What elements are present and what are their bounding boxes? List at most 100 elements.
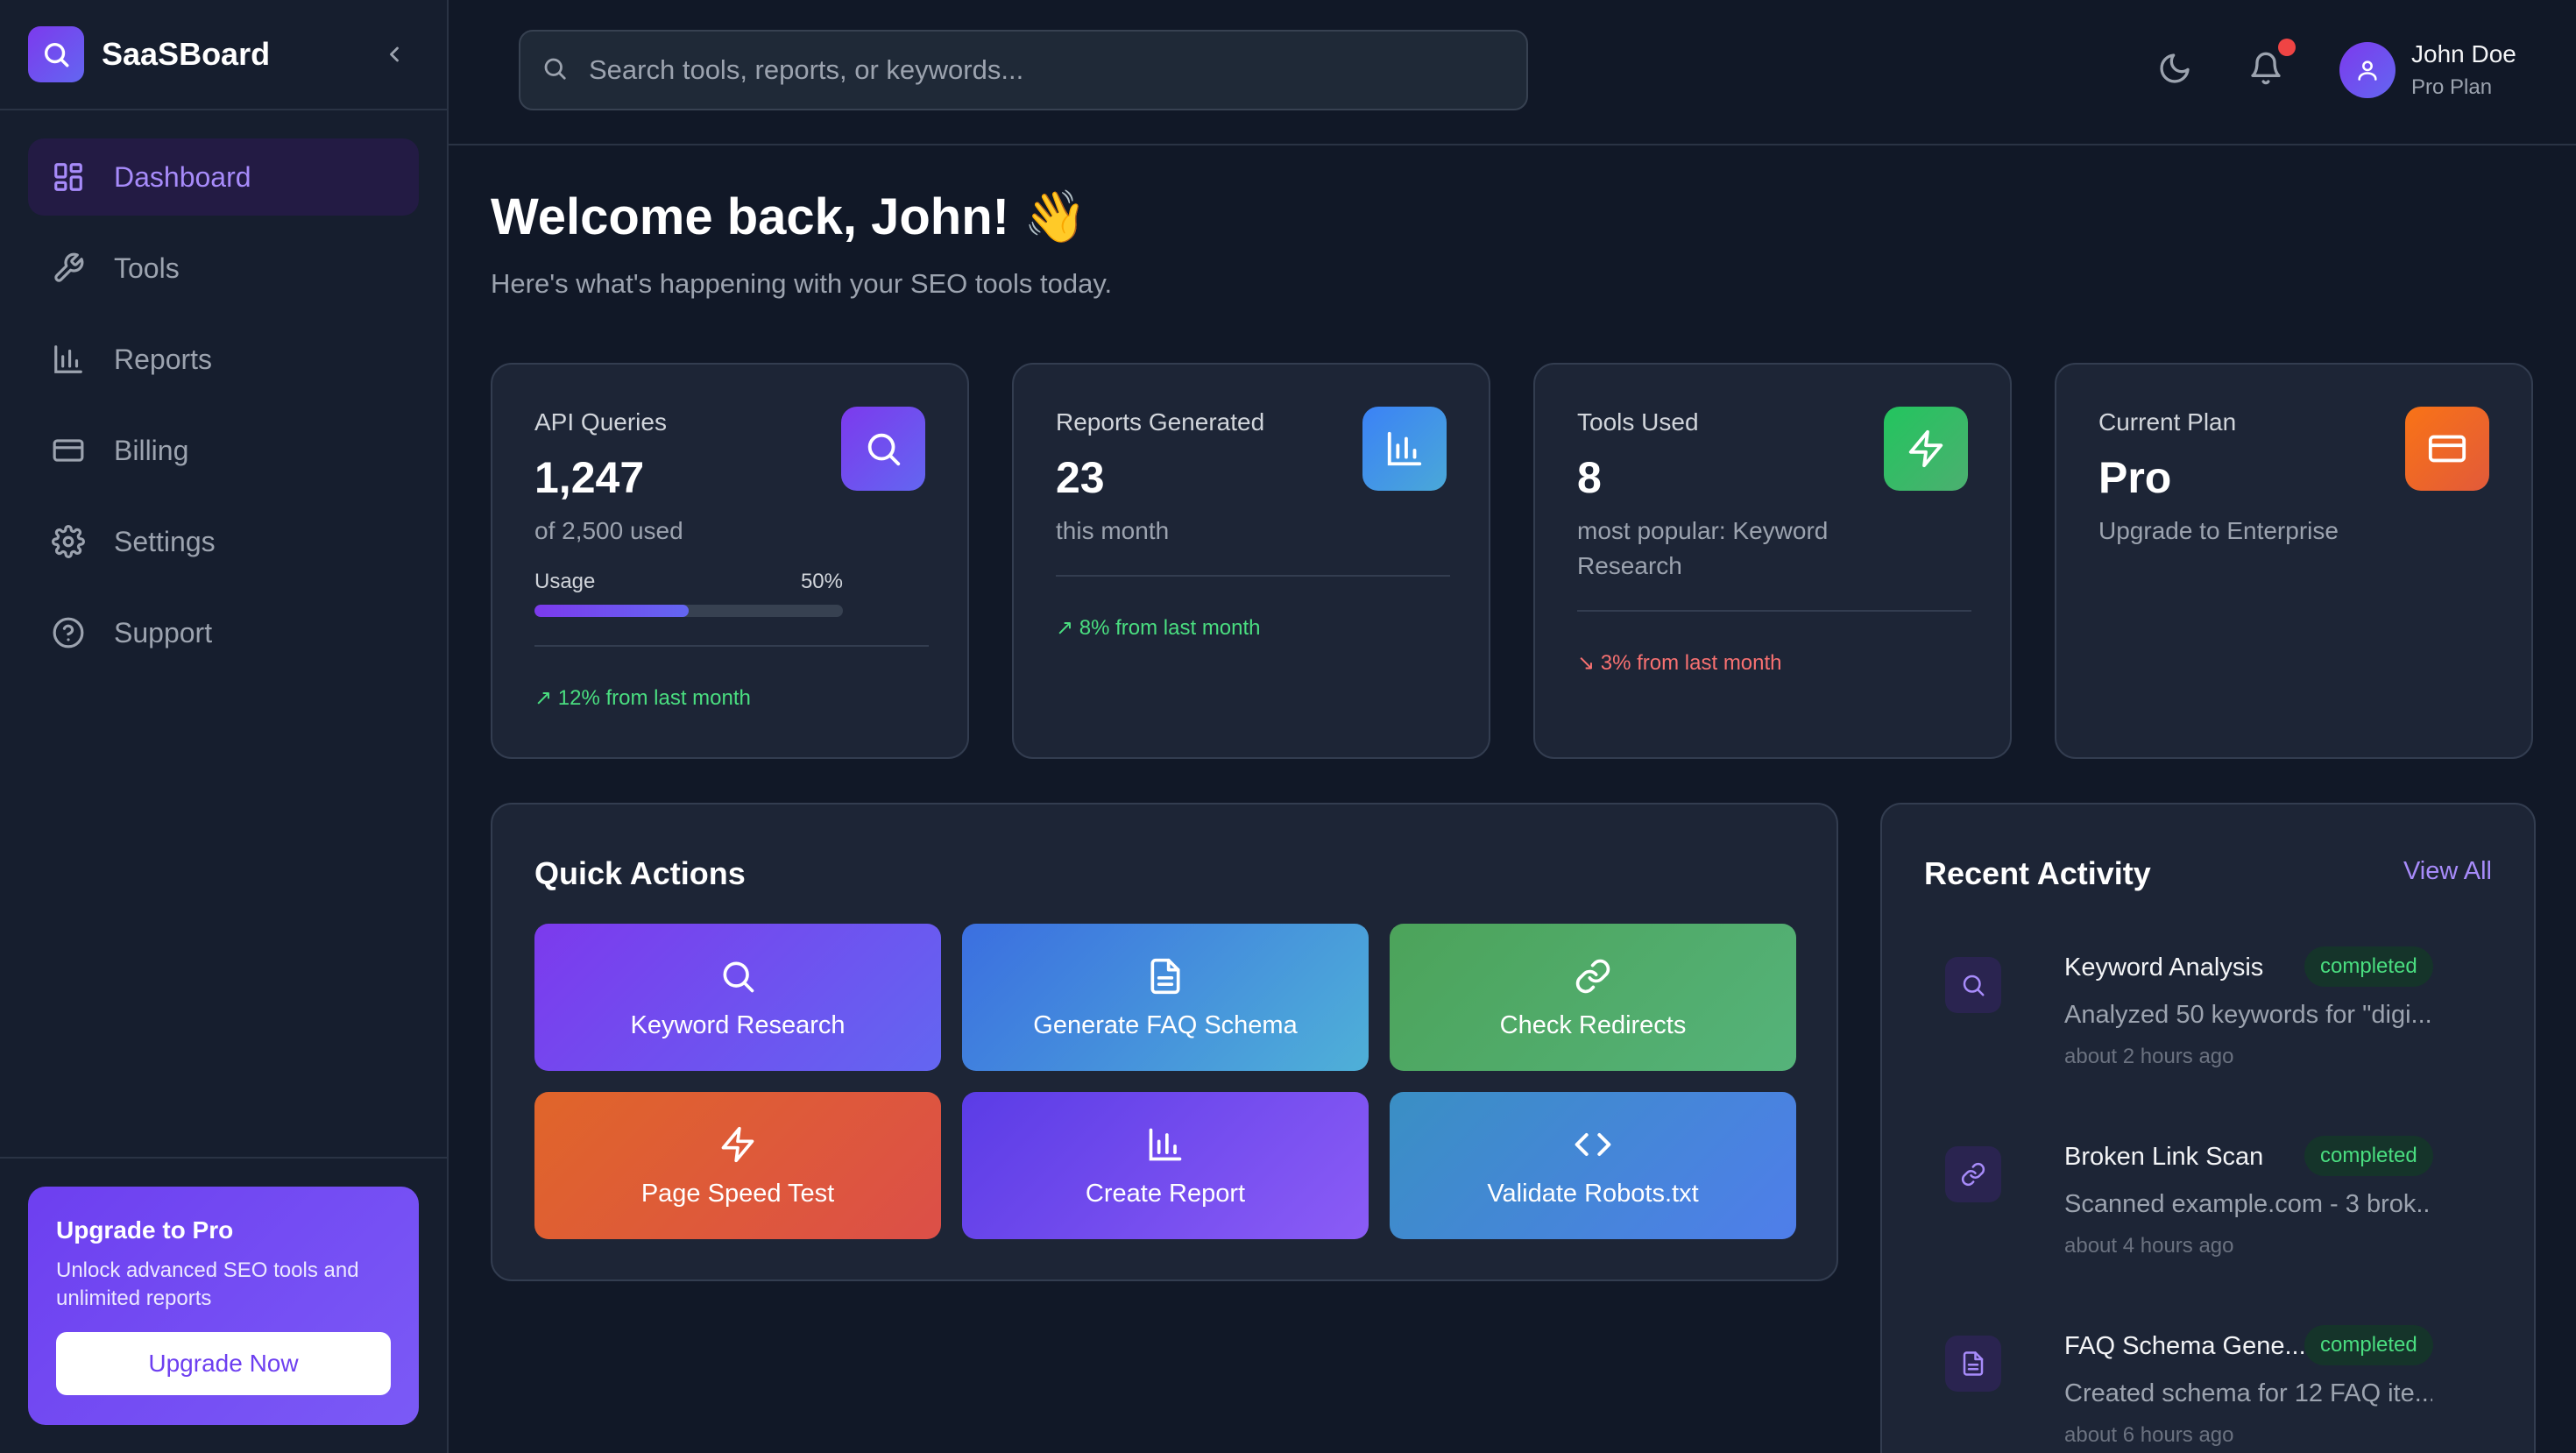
sidebar-item-label: Billing — [114, 434, 189, 466]
usage-row: Usage 50% — [534, 570, 843, 594]
sidebar-item-billing[interactable]: Billing — [28, 412, 419, 489]
document-icon — [1945, 1336, 2001, 1392]
action-label: Check Redirects — [1499, 1010, 1687, 1039]
stat-card-reports-generated: Reports Generated 23 this month ↗ 8% fro… — [1012, 363, 1490, 759]
usage-progress-bar — [534, 605, 843, 617]
page-subtitle: Here's what's happening with your SEO to… — [491, 268, 1113, 299]
create-report-button[interactable]: Create Report — [962, 1092, 1369, 1239]
upgrade-to-enterprise-link[interactable]: Upgrade to Enterprise — [2098, 514, 2396, 549]
search-icon — [717, 955, 759, 997]
search-icon — [1945, 957, 2001, 1013]
sidebar-item-dashboard[interactable]: Dashboard — [28, 138, 419, 216]
app-root: SaaSBoard Dashboard Tools Reports Billin… — [0, 0, 2576, 1453]
action-label: Validate Robots.txt — [1487, 1179, 1699, 1208]
check-redirects-button[interactable]: Check Redirects — [1390, 924, 1796, 1071]
credit-card-icon — [2405, 407, 2489, 491]
sidebar-item-support[interactable]: Support — [28, 594, 419, 671]
page-title: Welcome back, John! 👋 — [491, 188, 1087, 245]
sidebar-item-label: Reports — [114, 343, 213, 375]
sidebar-nav: Dashboard Tools Reports Billing Settings… — [0, 110, 447, 671]
lightning-icon — [1884, 407, 1968, 491]
link-icon — [1572, 955, 1614, 997]
keyword-research-button[interactable]: Keyword Research — [534, 924, 941, 1071]
action-label: Page Speed Test — [640, 1179, 835, 1208]
stat-value: Pro — [2098, 453, 2172, 502]
wrench-icon — [51, 251, 86, 286]
lightning-icon — [717, 1123, 759, 1166]
activity-time: about 6 hours ago — [2064, 1423, 2234, 1447]
code-icon — [1572, 1123, 1614, 1166]
recent-activity-panel: Recent Activity View All Keyword Analysi… — [1880, 803, 2536, 1453]
upgrade-now-button[interactable]: Upgrade Now — [56, 1332, 391, 1395]
view-all-link[interactable]: View All — [2403, 857, 2492, 886]
action-label: Keyword Research — [630, 1010, 846, 1039]
stat-card-tools-used: Tools Used 8 most popular: Keyword Resea… — [1533, 363, 2012, 759]
topbar: Search tools, reports, or keywords... Jo… — [449, 0, 2576, 145]
stat-subtext: most popular: Keyword Research — [1577, 517, 1829, 579]
activity-title: Broken Link Scan — [2064, 1143, 2264, 1171]
dark-mode-moon-icon[interactable] — [2154, 47, 2196, 89]
trend-indicator: ↘ 3% from last month — [1577, 651, 1782, 675]
stat-card-api-queries: API Queries 1,247 of 2,500 used Usage 50… — [491, 363, 969, 759]
collapse-sidebar-chevron-left-icon[interactable] — [377, 37, 412, 72]
status-badge: completed — [2304, 1325, 2433, 1365]
search-input[interactable]: Search tools, reports, or keywords... — [519, 30, 1528, 110]
activity-description: Analyzed 50 keywords for "digi... — [2064, 1001, 2432, 1029]
activity-title: FAQ Schema Gene... — [2064, 1332, 2306, 1360]
credit-card-icon — [51, 433, 86, 468]
page-speed-test-button[interactable]: Page Speed Test — [534, 1092, 941, 1239]
activity-item[interactable]: Broken Link Scan completed Scanned examp… — [1924, 1136, 2433, 1318]
upgrade-description: Unlock advanced SEO tools and unlimited … — [56, 1258, 359, 1310]
stat-label: Tools Used — [1577, 408, 1699, 436]
search-placeholder: Search tools, reports, or keywords... — [589, 54, 1024, 85]
user-name[interactable]: John Doe — [2411, 40, 2516, 68]
stat-label: Current Plan — [2098, 408, 2237, 436]
grid-icon — [51, 159, 86, 195]
stat-value: 23 — [1056, 453, 1105, 502]
bar-chart-icon — [1362, 407, 1447, 491]
link-icon — [1945, 1146, 2001, 1202]
brand: SaaSBoard — [0, 0, 447, 110]
upgrade-card: Upgrade to Pro Unlock advanced SEO tools… — [28, 1187, 419, 1425]
quick-actions-title: Quick Actions — [534, 855, 746, 891]
divider — [1056, 575, 1450, 577]
activity-title: Keyword Analysis — [2064, 953, 2264, 982]
sidebar-item-label: Dashboard — [114, 160, 251, 193]
avatar[interactable] — [2339, 42, 2396, 98]
validate-robots-txt-button[interactable]: Validate Robots.txt — [1390, 1092, 1796, 1239]
activity-description: Scanned example.com - 3 brok... — [2064, 1190, 2432, 1218]
activity-time: about 2 hours ago — [2064, 1045, 2234, 1068]
search-icon — [841, 407, 925, 491]
sidebar-item-label: Tools — [114, 252, 180, 284]
bar-chart-icon — [1144, 1123, 1186, 1166]
stat-label: Reports Generated — [1056, 408, 1265, 436]
sidebar-item-label: Support — [114, 616, 213, 649]
usage-percent: 50% — [800, 570, 843, 593]
trend-indicator: ↗ 12% from last month — [534, 686, 751, 710]
sidebar-item-settings[interactable]: Settings — [28, 503, 419, 580]
status-badge: completed — [2304, 1136, 2433, 1176]
activity-description: Created schema for 12 FAQ ite... — [2064, 1379, 2432, 1407]
brand-logo-search-icon[interactable] — [28, 26, 84, 82]
stat-label: API Queries — [534, 408, 667, 436]
usage-label: Usage — [534, 570, 596, 593]
sidebar-item-tools[interactable]: Tools — [28, 230, 419, 307]
generate-faq-schema-button[interactable]: Generate FAQ Schema — [962, 924, 1369, 1071]
stat-subtext: this month — [1056, 517, 1170, 544]
activity-item[interactable]: Keyword Analysis completed Analyzed 50 k… — [1924, 946, 2433, 1129]
help-circle-icon — [51, 615, 86, 650]
gear-icon — [51, 524, 86, 559]
stat-card-current-plan: Current Plan Pro Upgrade to Enterprise — [2055, 363, 2533, 759]
user-plan: Pro Plan — [2411, 75, 2493, 99]
activity-item[interactable]: FAQ Schema Gene... completed Created sch… — [1924, 1325, 2433, 1453]
stat-value: 8 — [1577, 453, 1602, 502]
trend-indicator: ↗ 8% from last month — [1056, 616, 1261, 640]
usage-progress-fill — [534, 605, 689, 617]
notifications-bell-icon[interactable] — [2245, 39, 2296, 89]
quick-actions-panel: Quick Actions Keyword Research Generate … — [491, 803, 1838, 1281]
sidebar-item-reports[interactable]: Reports — [28, 321, 419, 398]
action-label: Create Report — [1085, 1179, 1246, 1208]
brand-name: SaaSBoard — [102, 36, 271, 72]
document-icon — [1144, 955, 1186, 997]
recent-activity-title: Recent Activity — [1924, 855, 2151, 891]
